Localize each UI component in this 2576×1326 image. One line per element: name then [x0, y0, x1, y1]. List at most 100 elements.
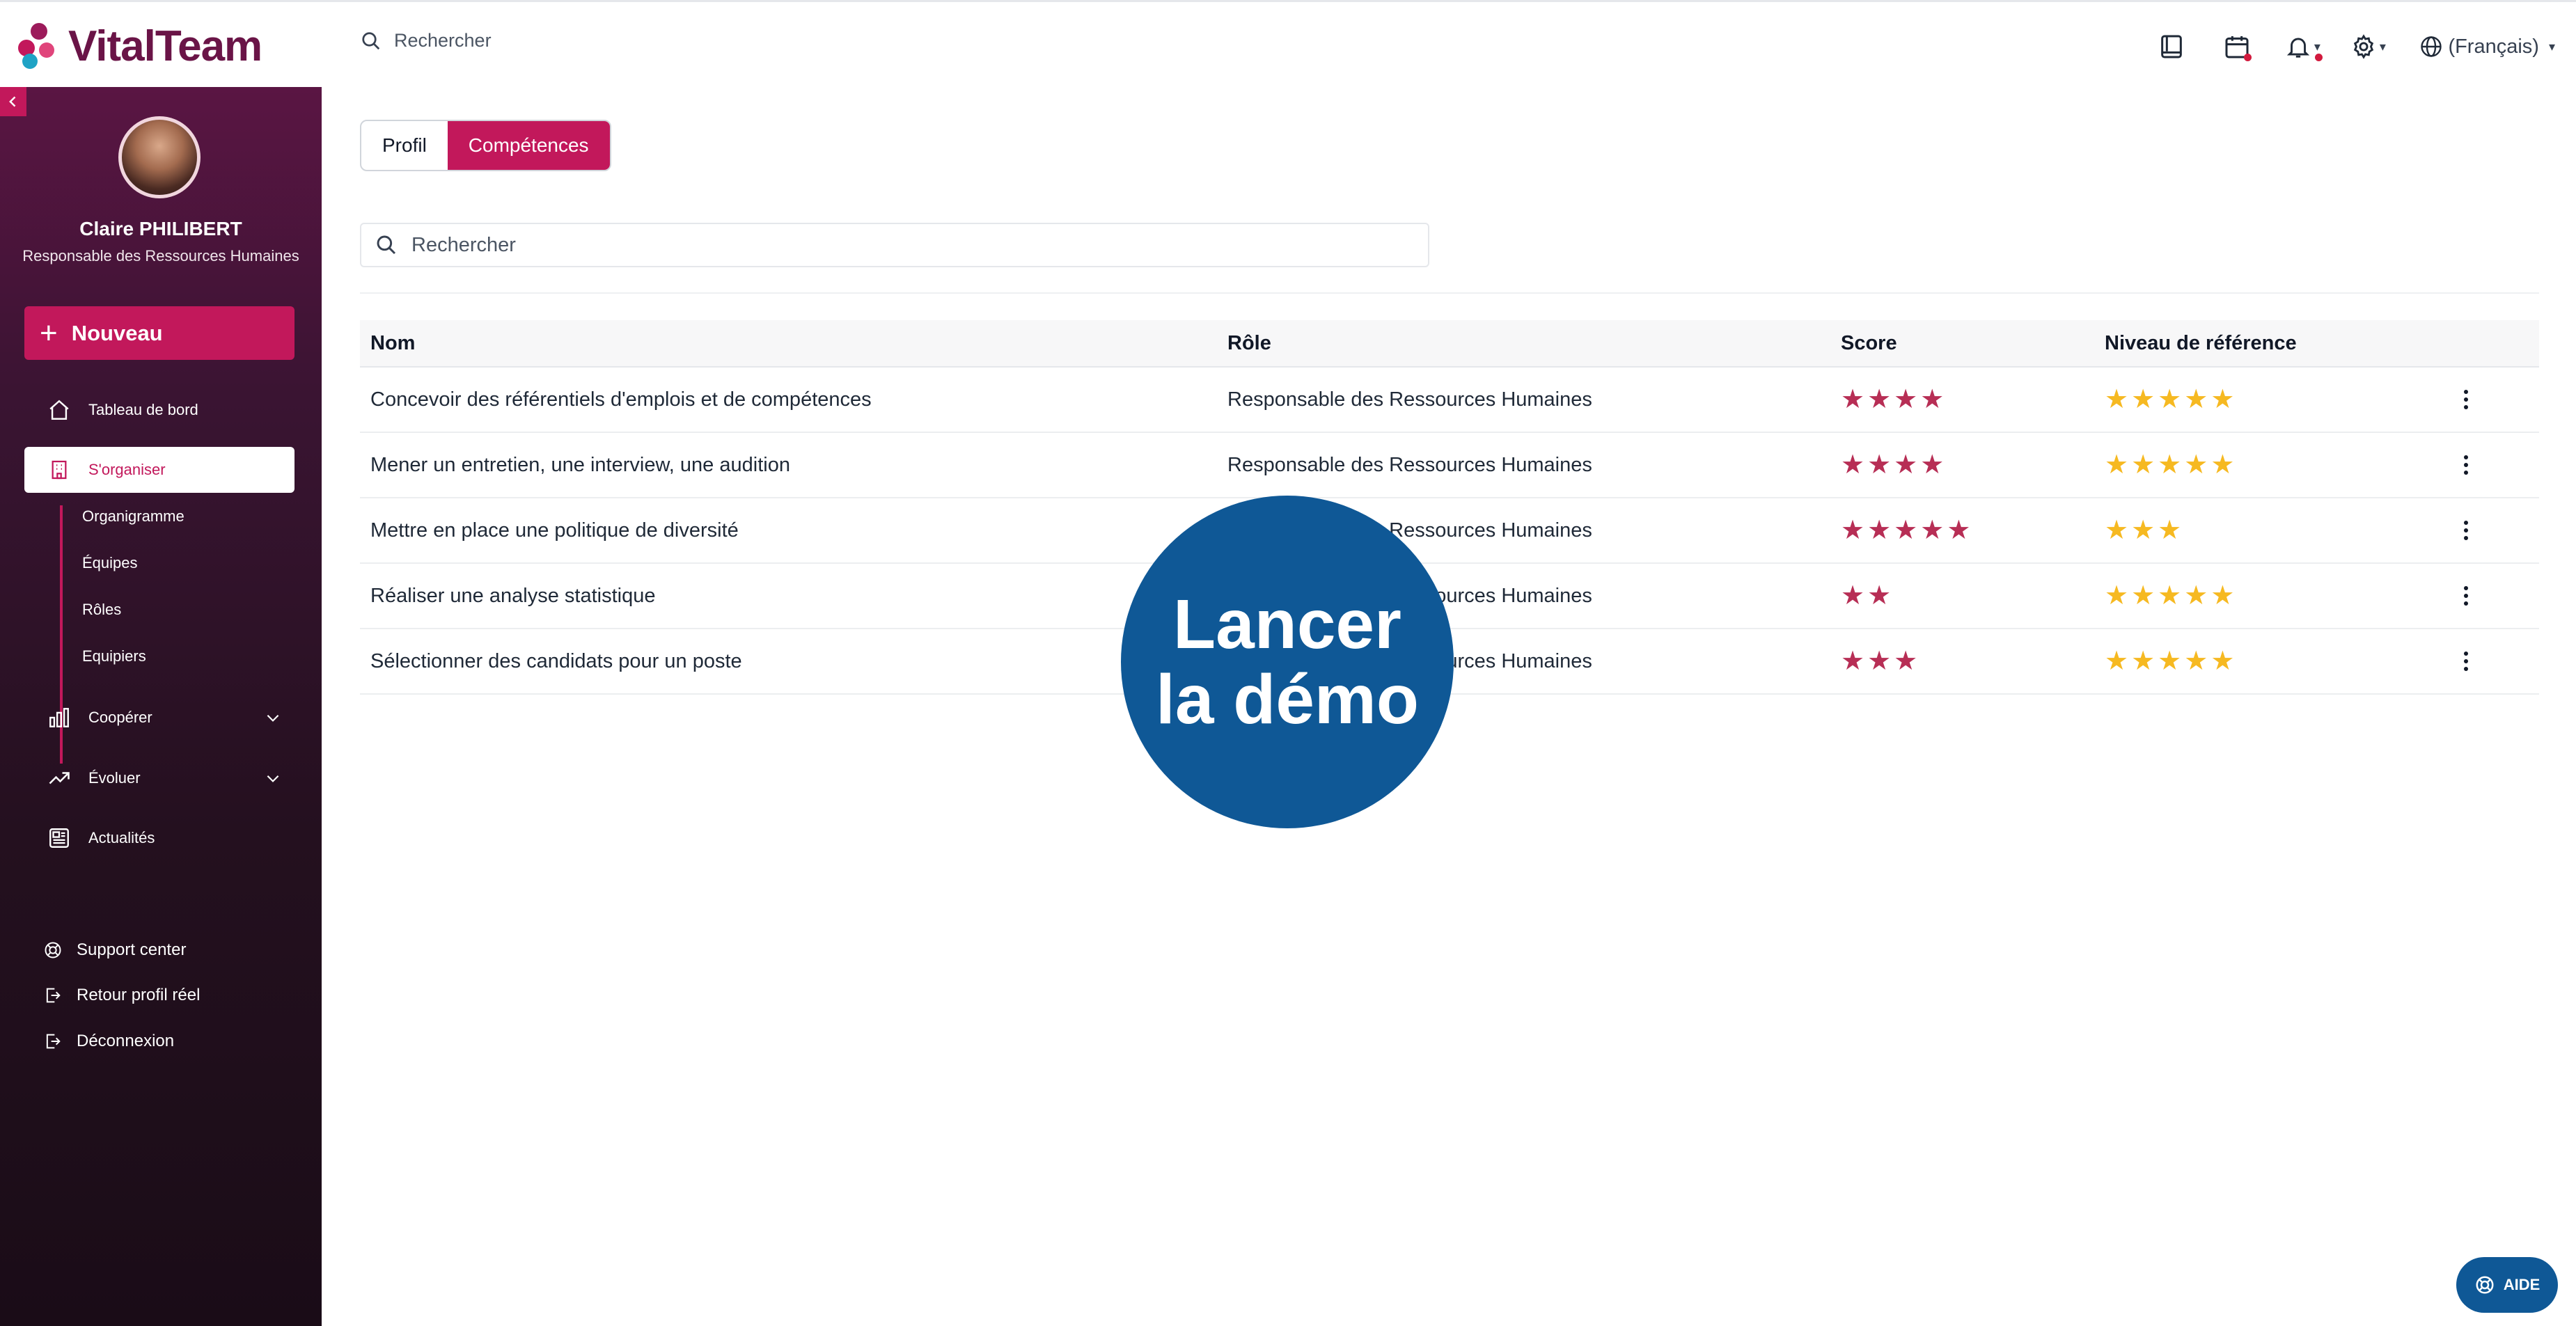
subnav-item-teams[interactable]: Équipes	[82, 554, 138, 572]
new-button-label: Nouveau	[71, 320, 163, 345]
column-header-role[interactable]: Rôle	[1227, 332, 1271, 355]
sidebar-item-cooperate[interactable]: Coopérer	[24, 695, 294, 741]
bell-icon[interactable]: ▾	[2282, 26, 2323, 67]
sidebar-item-news[interactable]: Actualités	[24, 815, 294, 861]
star-icon: ★	[1894, 516, 1918, 545]
sidebar-item-evolve[interactable]: Évoluer	[24, 755, 294, 801]
reference-stars: ★ ★ ★ ★ ★	[2105, 386, 2237, 413]
star-icon: ★	[1841, 385, 1865, 414]
skill-name: Mener un entretien, une interview, une a…	[370, 453, 790, 476]
language-label: (Français)	[2448, 35, 2539, 58]
star-icon: ★	[1920, 450, 1945, 480]
sidebar-item-label: Tableau de bord	[88, 401, 198, 418]
sidebar-item-organize[interactable]: S'organiser	[24, 447, 294, 493]
star-icon: ★	[2210, 450, 2235, 480]
tab-skills[interactable]: Compétences	[447, 121, 610, 170]
star-icon: ★	[2105, 581, 2129, 610]
row-menu-icon[interactable]	[2463, 498, 2469, 562]
language-selector[interactable]: (Français) ▾	[2419, 34, 2555, 59]
skill-name: Réaliser une analyse statistique	[370, 584, 656, 607]
star-icon: ★	[2158, 581, 2182, 610]
star-icon: ★	[1894, 385, 1918, 414]
sidebar-item-label: S'organiser	[88, 461, 166, 478]
star-icon: ★	[2131, 450, 2155, 480]
table-row[interactable]: Mener un entretien, une interview, une a…	[360, 433, 2539, 498]
avatar[interactable]	[118, 116, 201, 198]
back-to-real-profile-link[interactable]: Retour profil réel	[42, 984, 200, 1007]
star-icon: ★	[1841, 516, 1865, 545]
star-icon: ★	[2184, 647, 2208, 676]
star-icon: ★	[1867, 385, 1892, 414]
column-header-reference[interactable]: Niveau de référence	[2105, 332, 2297, 355]
row-menu-icon[interactable]	[2463, 368, 2469, 432]
chevron-down-icon: ▾	[2379, 39, 2386, 54]
star-icon: ★	[2105, 450, 2129, 480]
subnav-item-organigram[interactable]: Organigramme	[82, 507, 184, 526]
new-button[interactable]: + Nouveau	[24, 306, 294, 360]
star-icon: ★	[1841, 450, 1865, 480]
reference-stars: ★ ★ ★	[2105, 517, 2184, 544]
skill-role: Responsable des Ressources Humaines	[1227, 453, 1592, 476]
book-icon[interactable]	[2151, 26, 2192, 67]
star-icon: ★	[2131, 385, 2155, 414]
sidebar-item-label: Évoluer	[88, 769, 141, 787]
divider	[360, 292, 2539, 294]
chevron-left-icon	[9, 96, 16, 107]
logo[interactable]: VitalTeam	[18, 20, 262, 72]
skill-name: Mettre en place une politique de diversi…	[370, 519, 739, 542]
star-icon: ★	[2131, 516, 2155, 545]
exit-icon	[42, 984, 64, 1007]
star-icon: ★	[1867, 647, 1892, 676]
star-icon: ★	[2184, 385, 2208, 414]
star-icon: ★	[1920, 385, 1945, 414]
score-stars: ★ ★	[1841, 583, 1894, 609]
tab-profile[interactable]: Profil	[361, 121, 448, 170]
brand-name: VitalTeam	[68, 22, 262, 70]
launch-demo-button[interactable]: Lancer la démo	[1121, 496, 1454, 828]
column-header-score[interactable]: Score	[1841, 332, 1897, 355]
skill-name: Concevoir des référentiels d'emplois et …	[370, 388, 872, 411]
row-menu-icon[interactable]	[2463, 433, 2469, 497]
bar-chart-icon	[45, 704, 73, 732]
calendar-icon[interactable]	[2217, 26, 2257, 67]
logo-mark-icon	[18, 23, 60, 69]
skills-search-input[interactable]: Rechercher	[360, 223, 1429, 267]
collapse-sidebar-button[interactable]	[0, 87, 26, 116]
table-header: Nom Rôle Score Niveau de référence	[360, 320, 2539, 368]
star-icon: ★	[1841, 647, 1865, 676]
table-row[interactable]: Concevoir des référentiels d'emplois et …	[360, 368, 2539, 433]
user-name: Claire PHILIBERT	[79, 218, 242, 239]
star-icon: ★	[2210, 581, 2235, 610]
table-row[interactable]: Mettre en place une politique de diversi…	[360, 498, 2539, 564]
star-icon: ★	[2158, 647, 2182, 676]
header-search[interactable]: Rechercher	[361, 30, 492, 52]
lifebuoy-icon	[2474, 1274, 2495, 1295]
subnav-item-members[interactable]: Equipiers	[82, 647, 146, 665]
subnav-item-roles[interactable]: Rôles	[82, 601, 121, 619]
table-row[interactable]: Réaliser une analyse statistiqueResponsa…	[360, 564, 2539, 629]
star-icon: ★	[1920, 516, 1945, 545]
plus-icon: +	[40, 315, 58, 350]
user-role: Responsable des Ressources Humaines	[22, 247, 299, 265]
star-icon: ★	[2105, 516, 2129, 545]
logout-link[interactable]: Déconnexion	[42, 1030, 174, 1052]
row-menu-icon[interactable]	[2463, 564, 2469, 628]
support-icon	[42, 939, 64, 961]
star-icon: ★	[1867, 516, 1892, 545]
star-icon: ★	[2210, 647, 2235, 676]
support-center-link[interactable]: Support center	[42, 939, 186, 961]
logout-icon	[42, 1030, 64, 1052]
sidebar-item-dashboard[interactable]: Tableau de bord	[24, 387, 294, 433]
help-button-label: AIDE	[2503, 1276, 2540, 1293]
gear-icon[interactable]: ▾	[2348, 26, 2388, 67]
help-button[interactable]: AIDE	[2456, 1257, 2558, 1313]
row-menu-icon[interactable]	[2463, 629, 2469, 693]
trend-icon	[45, 764, 73, 792]
star-icon: ★	[2131, 581, 2155, 610]
star-icon: ★	[2158, 516, 2182, 545]
header-actions: ▾ ▾ (Français) ▾	[2126, 26, 2555, 68]
column-header-name[interactable]: Nom	[370, 332, 415, 355]
star-icon: ★	[1867, 581, 1892, 610]
sidebar: Claire PHILIBERT Responsable des Ressour…	[0, 87, 322, 1326]
star-icon: ★	[2158, 385, 2182, 414]
